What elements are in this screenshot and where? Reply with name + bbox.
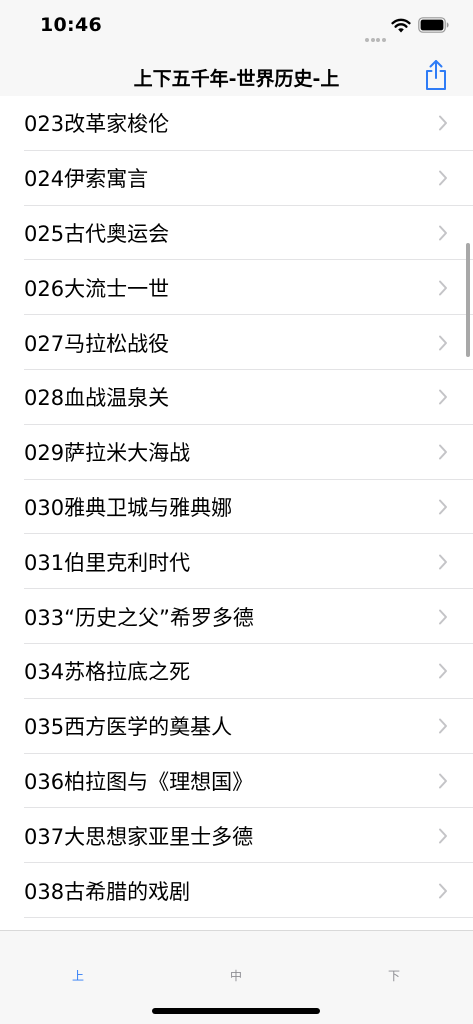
list-item-label: 029萨拉米大海战: [24, 441, 191, 466]
list-item-label: 037大思想家亚里士多德: [24, 824, 254, 849]
list-item-label: 033“历史之父”希罗多德: [24, 605, 254, 630]
list-item[interactable]: 036柏拉图与《理想国》: [0, 754, 473, 809]
chevron-right-icon: [439, 718, 447, 734]
list-item[interactable]: 033“历史之父”希罗多德: [0, 589, 473, 644]
list-item[interactable]: 034苏格拉底之死: [0, 644, 473, 699]
chevron-right-icon: [439, 499, 447, 515]
chevron-right-icon: [439, 335, 447, 351]
chevron-right-icon: [439, 389, 447, 405]
share-icon: [426, 60, 446, 90]
list-item[interactable]: 023改革家梭伦: [0, 96, 473, 151]
chevron-right-icon: [439, 280, 447, 296]
battery-icon: [418, 17, 449, 33]
page-title: 上下五千年-世界历史-上: [133, 68, 340, 90]
list-item[interactable]: 024伊索寓言: [0, 151, 473, 206]
chevron-right-icon: [439, 883, 447, 899]
list-item-label: 036柏拉图与《理想国》: [24, 769, 254, 794]
chevron-right-icon: [439, 115, 447, 131]
list-item-label: 030雅典卫城与雅典娜: [24, 495, 233, 520]
list-item[interactable]: 035西方医学的奠基人: [0, 699, 473, 754]
list-item-label: 035西方医学的奠基人: [24, 715, 233, 740]
chevron-right-icon: [439, 444, 447, 460]
chevron-right-icon: [439, 170, 447, 186]
list-item-label: 038古希腊的戏剧: [24, 879, 191, 904]
list-item[interactable]: 028血战温泉关: [0, 370, 473, 425]
screen: 10:46 上下五千年-世界历史-上 023改革家梭伦 024伊索寓言 025古…: [0, 0, 473, 1024]
chevron-right-icon: [439, 225, 447, 241]
tab-xia[interactable]: 下: [374, 967, 414, 984]
tab-shang[interactable]: 上: [58, 967, 98, 984]
list-item-label: 024伊索寓言: [24, 167, 149, 192]
chevron-right-icon: [439, 663, 447, 679]
list-item-label: 031伯里克利时代: [24, 550, 191, 575]
wifi-icon: [391, 18, 411, 33]
tab-zhong[interactable]: 中: [216, 967, 256, 984]
list-item[interactable]: 037大思想家亚里士多德: [0, 808, 473, 863]
list-item-label: 023改革家梭伦: [24, 112, 170, 137]
list-item[interactable]: 038古希腊的戏剧: [0, 863, 473, 918]
list-item-label: 028血战温泉关: [24, 386, 170, 411]
status-time: 10:46: [40, 14, 102, 36]
scroll-indicator[interactable]: [466, 243, 470, 357]
chevron-right-icon: [439, 773, 447, 789]
list-item-label: 027马拉松战役: [24, 331, 170, 356]
list-item[interactable]: 030雅典卫城与雅典娜: [0, 480, 473, 535]
list-item[interactable]: 031伯里克利时代: [0, 534, 473, 589]
list-item-label: 026大流士一世: [24, 276, 170, 301]
list-item[interactable]: 027马拉松战役: [0, 315, 473, 370]
chevron-right-icon: [439, 609, 447, 625]
list-item-label: 025古代奥运会: [24, 221, 170, 246]
navigation-bar: 上下五千年-世界历史-上: [0, 50, 473, 101]
share-button[interactable]: [421, 58, 451, 92]
list-item[interactable]: 029萨拉米大海战: [0, 425, 473, 480]
cellular-signal-icon: [365, 27, 387, 46]
home-indicator[interactable]: [152, 1008, 320, 1014]
chevron-right-icon: [439, 828, 447, 844]
list-item[interactable]: 026大流士一世: [0, 260, 473, 315]
chevron-right-icon: [439, 554, 447, 570]
chapter-list[interactable]: 023改革家梭伦 024伊索寓言 025古代奥运会 026大流士一世 027马拉…: [0, 96, 473, 930]
list-item[interactable]: 025古代奥运会: [0, 206, 473, 261]
list-item-label: 034苏格拉底之死: [24, 660, 191, 685]
status-bar: 10:46: [0, 0, 473, 50]
